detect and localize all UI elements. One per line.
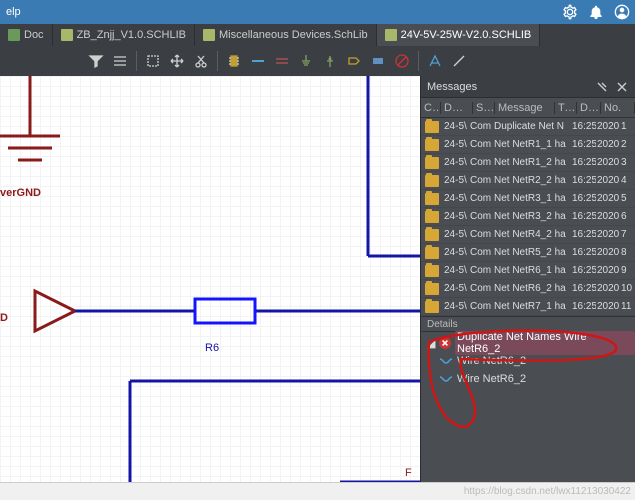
message-row[interactable]: 24-5\ Com Net NetR4_2 ha 16:25 2020 7 [421, 226, 635, 244]
message-row[interactable]: 24-5\ Com Net NetR3_2 ha 16:25 2020 6 [421, 208, 635, 226]
messages-list[interactable]: 24-5\ Com Duplicate Net N 16:25 2020 1 2… [421, 118, 635, 316]
messages-title: Messages [427, 81, 589, 93]
gear-icon[interactable] [561, 3, 579, 21]
gnd-label: verGND [0, 187, 41, 199]
close-icon[interactable] [615, 80, 629, 94]
no-erc-icon[interactable] [391, 50, 413, 72]
messages-column-header[interactable]: Cl... Docu... So... Message Ti... Da... … [421, 98, 635, 118]
messages-panel: Messages Cl... Docu... So... Message Ti.… [420, 76, 635, 482]
error-icon [439, 337, 451, 349]
folder-icon [425, 265, 439, 277]
component-icon[interactable] [223, 50, 245, 72]
detail-text: Duplicate Net Names Wire NetR6_2 [455, 331, 635, 355]
line-icon[interactable] [448, 50, 470, 72]
folder-icon [425, 211, 439, 223]
folder-icon [425, 229, 439, 241]
chevron-down-icon: ◢ [427, 337, 435, 350]
move-icon[interactable] [166, 50, 188, 72]
schematic-canvas[interactable]: verGND D [0, 76, 420, 482]
bell-icon[interactable] [587, 3, 605, 21]
folder-icon [425, 121, 439, 133]
message-row[interactable]: 24-5\ Com Net NetR1_2 ha 16:25 2020 3 [421, 154, 635, 172]
message-row[interactable]: 24-5\ Com Net NetR1_1 ha 16:25 2020 2 [421, 136, 635, 154]
lib-icon [385, 29, 397, 41]
folder-icon [425, 157, 439, 169]
filter-icon[interactable] [85, 50, 107, 72]
details-list[interactable]: ◢Duplicate Net Names Wire NetR6_2Wire Ne… [421, 332, 635, 482]
folder-icon [425, 247, 439, 259]
netlabel-icon[interactable] [367, 50, 389, 72]
user-icon[interactable] [613, 3, 631, 21]
text-icon[interactable] [424, 50, 446, 72]
folder-icon [425, 175, 439, 187]
partial-label: F [405, 467, 412, 479]
wire-icon [439, 374, 453, 384]
detail-text: Wire NetR6_2 [457, 373, 526, 385]
wire-icon [439, 356, 453, 366]
title-bar: elp [0, 0, 635, 24]
message-row[interactable]: 24-5\ Com Net NetR5_2 ha 16:25 2020 8 [421, 244, 635, 262]
wire-icon[interactable] [247, 50, 269, 72]
refdes-label: R6 [205, 342, 219, 354]
port-label: D [0, 312, 8, 324]
select-rect-icon[interactable] [142, 50, 164, 72]
message-row[interactable]: 24-5\ Com Net NetR2_2 ha 16:25 2020 4 [421, 172, 635, 190]
lib-icon [203, 29, 215, 41]
schematic-toolbar [0, 46, 635, 76]
detail-row[interactable]: Wire NetR6_2 [421, 370, 635, 388]
folder-icon [425, 193, 439, 205]
status-url: https://blog.csdn.net/lwx11213030422 [464, 486, 631, 497]
detail-text: Wire NetR6_2 [457, 355, 526, 367]
folder-icon [425, 301, 439, 313]
message-row[interactable]: 24-5\ Com Net NetR3_1 ha 16:25 2020 5 [421, 190, 635, 208]
doc-tab[interactable]: Miscellaneous Devices.SchLib [195, 24, 377, 46]
port-icon[interactable] [343, 50, 365, 72]
details-header: Details [421, 316, 635, 332]
status-bar: https://blog.csdn.net/lwx11213030422 [0, 482, 635, 500]
gnd-icon[interactable] [295, 50, 317, 72]
menu-help[interactable]: elp [0, 6, 27, 18]
messages-header[interactable]: Messages [421, 76, 635, 98]
doc-tab[interactable]: ZB_Znjj_V1.0.SCHLIB [53, 24, 195, 46]
folder-icon [425, 283, 439, 295]
message-row[interactable]: 24-5\ Com Duplicate Net N 16:25 2020 1 [421, 118, 635, 136]
lib-icon [61, 29, 73, 41]
message-row[interactable]: 24-5\ Com Net NetR7_1 ha 16:25 2020 11 [421, 298, 635, 316]
power-icon[interactable] [319, 50, 341, 72]
schematic-drawing: verGND D [0, 76, 420, 482]
doc-tab-active[interactable]: 24V-5V-25W-V2.0.SCHLIB [377, 24, 541, 46]
document-tabs: Doc ZB_Znjj_V1.0.SCHLIB Miscellaneous De… [0, 24, 635, 46]
align-icon[interactable] [109, 50, 131, 72]
detail-row[interactable]: ◢ Duplicate Net Names Wire NetR6_2 [421, 334, 635, 352]
bus-icon[interactable] [271, 50, 293, 72]
doc-tab[interactable]: Doc [0, 24, 53, 46]
doc-icon [8, 29, 20, 41]
folder-icon [425, 139, 439, 151]
pin-icon[interactable] [595, 80, 609, 94]
message-row[interactable]: 24-5\ Com Net NetR6_2 ha 16:25 2020 10 [421, 280, 635, 298]
cut-icon[interactable] [190, 50, 212, 72]
message-row[interactable]: 24-5\ Com Net NetR6_1 ha 16:25 2020 9 [421, 262, 635, 280]
